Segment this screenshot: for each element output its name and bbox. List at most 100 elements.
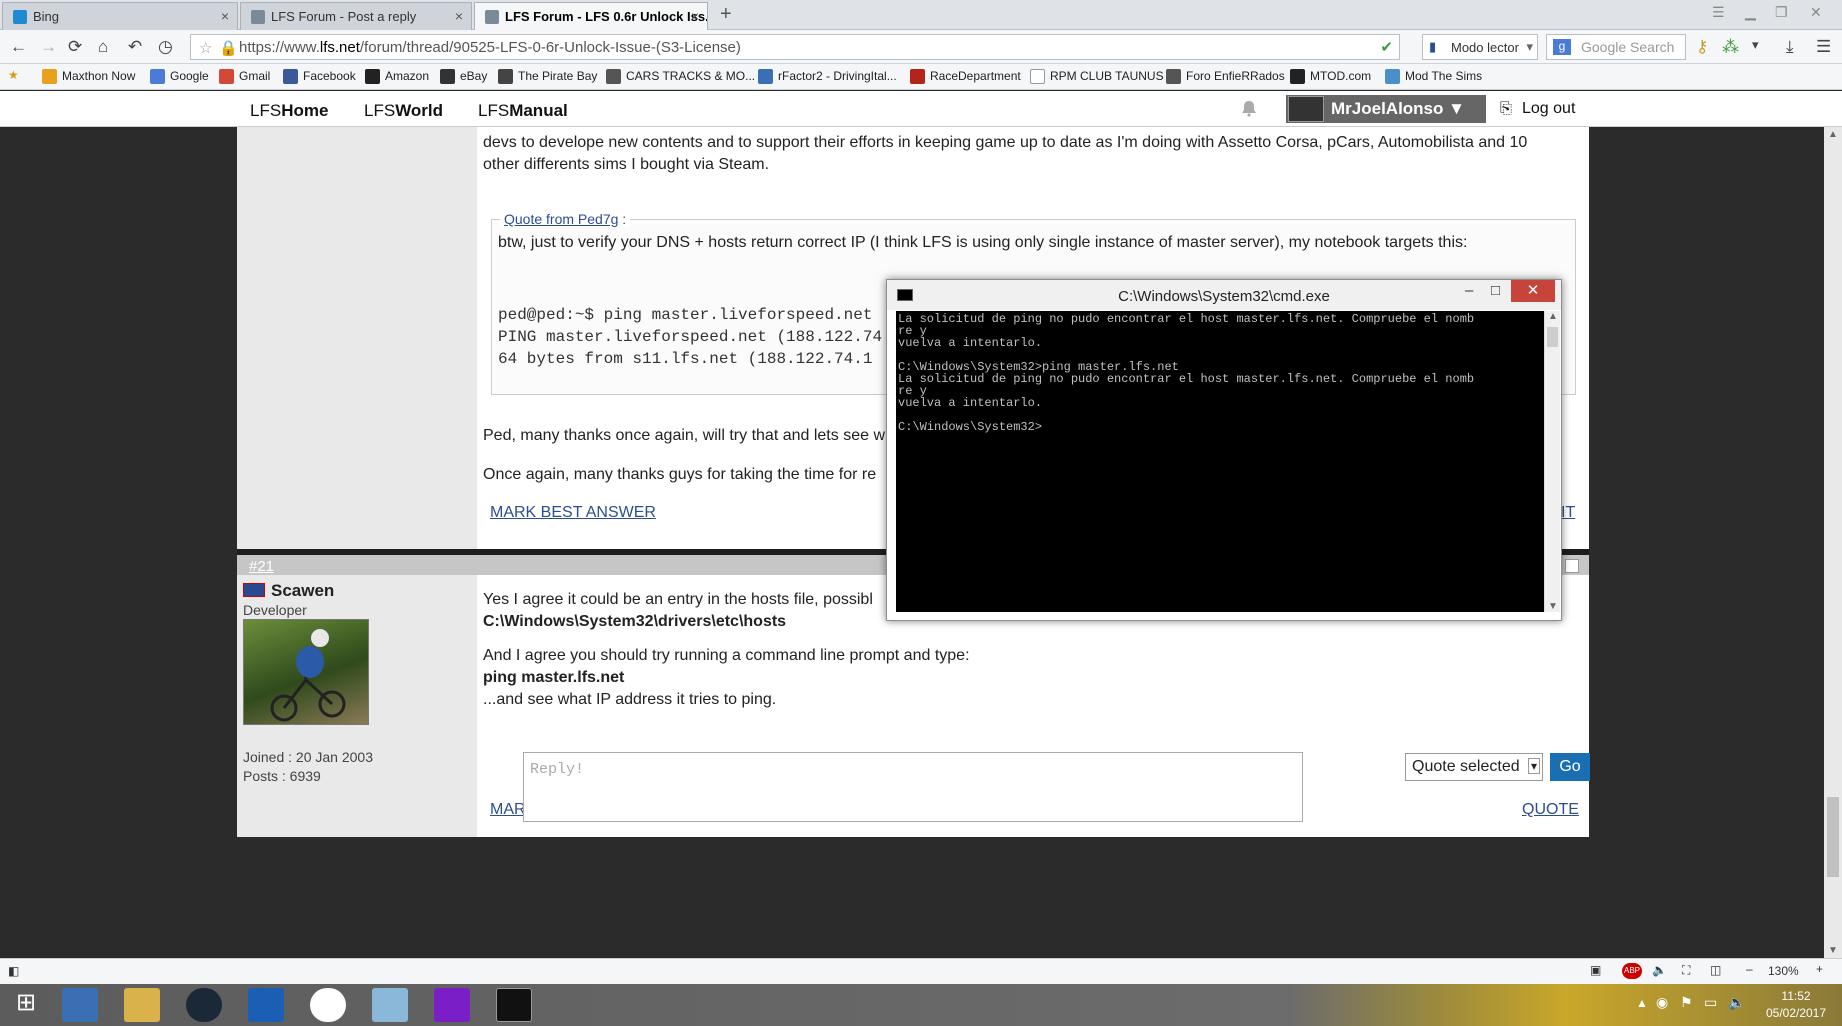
scroll-up-icon[interactable]: ▲ [1828, 129, 1838, 140]
maxthon-icon[interactable] [248, 988, 284, 1022]
volume-icon[interactable]: 🔈 [1652, 963, 1667, 977]
zoom-in-icon[interactable]: + [1816, 962, 1823, 976]
chevron-down-icon[interactable]: ▾ [1527, 758, 1540, 774]
app-icon[interactable] [372, 988, 408, 1022]
book-icon: ▮ [1429, 39, 1437, 54]
file-explorer-icon[interactable] [124, 988, 160, 1022]
select-checkbox[interactable] [1565, 559, 1579, 573]
bookmark-ebay[interactable]: eBay [440, 69, 487, 84]
adblock-icon[interactable]: ABP [1622, 963, 1642, 979]
post-number-link[interactable]: #21 [249, 558, 274, 575]
bookmark-modthesims[interactable]: Mod The Sims [1385, 69, 1482, 84]
cmd-console-output[interactable]: La solicitud de ping no pudo encontrar e… [896, 311, 1544, 612]
home-icon[interactable]: ⌂ [98, 37, 108, 57]
fullscreen-icon[interactable]: ⛶ [1682, 963, 1690, 978]
system-clock[interactable]: 11:52 05/02/2017 [1756, 988, 1836, 1022]
history-icon[interactable]: ◷ [158, 37, 173, 57]
search-input[interactable]: g Google Search [1546, 34, 1686, 60]
flag-tray-icon[interactable]: ⚑ [1680, 994, 1693, 1011]
scroll-down-icon[interactable]: ▼ [1828, 945, 1838, 956]
menu-arrow-icon[interactable]: ▾ [1752, 37, 1759, 53]
cmd-window[interactable]: C:\Windows\System32\cmd.exe – □ ✕ La sol… [886, 279, 1562, 621]
url-field[interactable]: ☆ 🔒 https://www.lfs.net/forum/thread/905… [190, 34, 1400, 60]
reply-textarea[interactable]: Reply! [523, 752, 1303, 822]
key-icon[interactable]: ⚷ [1696, 37, 1708, 57]
tab-unlock-issue[interactable]: LFS Forum - LFS 0.6r Unlock Iss... × [474, 2, 708, 30]
download-icon[interactable]: ⤓ [1786, 37, 1794, 57]
task-view-icon[interactable] [62, 988, 98, 1022]
translate-icon[interactable]: ⁂ [1722, 37, 1739, 57]
bookmark-google[interactable]: Google [150, 69, 209, 84]
tab-bing[interactable]: Bing × [2, 2, 238, 30]
nav-lfs-home[interactable]: LFSHome [250, 101, 328, 121]
menu-icon[interactable]: ☰ [1816, 37, 1831, 57]
scroll-down-icon[interactable]: ▼ [1548, 601, 1558, 612]
bookmark-cars-tracks[interactable]: CARS TRACKS & MO... [606, 69, 755, 84]
start-icon[interactable]: ⊞ [8, 988, 44, 1022]
undo-icon[interactable]: ↶ [128, 37, 142, 57]
steam-icon[interactable] [186, 988, 222, 1022]
tray-arrow-icon[interactable]: ▲ [1636, 996, 1648, 1010]
quote-link[interactable]: QUOTE [1522, 801, 1579, 819]
logout-link[interactable]: ⎘ Log out [1500, 100, 1575, 118]
reload-icon[interactable]: ⟳ [68, 37, 82, 57]
edit-link[interactable]: IT [1561, 504, 1575, 522]
bookmark-facebook[interactable]: Facebook [283, 69, 356, 84]
page-scrollbar[interactable]: ▲ ▼ [1824, 127, 1842, 958]
monitor-tray-icon[interactable]: ▭ [1704, 994, 1717, 1011]
bookmark-mtod[interactable]: MTOD.com [1290, 69, 1371, 84]
extension-icon[interactable]: ✔ [1380, 38, 1393, 56]
close-window-icon[interactable]: ✕ [1810, 4, 1822, 21]
nav-lfs-manual[interactable]: LFSManual [478, 101, 568, 121]
cmd-scrollbar[interactable]: ▲ ▼ [1544, 311, 1560, 612]
volume-tray-icon[interactable]: 🔈 [1728, 994, 1745, 1011]
bookmark-amazon[interactable]: Amazon [365, 69, 429, 84]
scroll-up-icon[interactable]: ▲ [1548, 311, 1558, 322]
snap-icon[interactable]: ▣ [1590, 963, 1601, 977]
restore-icon[interactable]: ❐ [1775, 4, 1788, 21]
cmd-maximize-icon[interactable]: □ [1491, 282, 1500, 299]
nav-lfs-world[interactable]: LFSWorld [364, 101, 443, 121]
bookmark-maxthon[interactable]: Maxthon Now [42, 69, 135, 84]
oculus-icon[interactable] [310, 988, 346, 1022]
post-text-line: C:\Windows\System32\drivers\etc\hosts [483, 613, 787, 630]
favorites-star-icon[interactable]: ★ [8, 68, 19, 82]
scroll-thumb[interactable] [1827, 797, 1839, 877]
quote-selected-dropdown[interactable]: Quote selected ▾ [1405, 753, 1543, 781]
user-avatar [1288, 96, 1324, 122]
steam-tray-icon[interactable]: ◉ [1656, 994, 1668, 1011]
notification-bell-icon[interactable] [1240, 99, 1258, 117]
split-view-icon[interactable]: ◫ [1710, 963, 1721, 977]
cmd-minimize-icon[interactable]: – [1465, 282, 1473, 299]
author-name[interactable]: Scawen [271, 581, 334, 601]
bookmark-racedepartment[interactable]: RaceDepartment [910, 69, 1021, 84]
cmd-close-button[interactable]: ✕ [1511, 280, 1555, 302]
close-tab-icon[interactable]: × [691, 8, 699, 24]
tab-post-reply[interactable]: LFS Forum - Post a reply × [240, 2, 472, 30]
bookmark-rfactor2[interactable]: rFactor2 - DrivingItal... [758, 69, 897, 84]
quote-author-link[interactable]: Quote from Ped7g [504, 211, 618, 227]
cmd-title-bar[interactable]: C:\Windows\System32\cmd.exe [887, 280, 1561, 310]
search-app-icon[interactable] [434, 988, 470, 1022]
mark-best-answer-link[interactable]: MARK BEST ANSWER [490, 504, 656, 522]
close-tab-icon[interactable]: × [221, 8, 229, 24]
bookmark-gmail[interactable]: Gmail [219, 69, 270, 84]
chevron-down-icon[interactable]: ▾ [1526, 39, 1533, 55]
window-menu-icon[interactable]: ☰ [1712, 4, 1725, 21]
minimize-icon[interactable]: ▁ [1745, 4, 1756, 21]
cmd-taskbar-icon[interactable] [496, 988, 532, 1022]
bookmark-piratebay[interactable]: The Pirate Bay [498, 69, 597, 84]
bookmark-rpm-club[interactable]: RPM CLUB TAUNUS [1030, 69, 1164, 84]
bookmark-foro[interactable]: Foro EnfieRRados [1166, 69, 1285, 84]
scroll-thumb[interactable] [1547, 327, 1558, 347]
zoom-level[interactable]: 130% [1768, 964, 1799, 978]
new-tab-button[interactable]: + [720, 3, 732, 26]
back-icon[interactable]: ← [10, 37, 27, 57]
close-tab-icon[interactable]: × [455, 8, 463, 24]
star-icon[interactable]: ☆ [199, 39, 212, 57]
go-button[interactable]: Go [1550, 753, 1590, 781]
forward-icon[interactable]: → [40, 37, 57, 57]
reader-mode-button[interactable]: ▮ Modo lector ▾ [1422, 34, 1538, 60]
zoom-out-icon[interactable]: – [1746, 962, 1753, 976]
sidebar-toggle-icon[interactable]: ◧ [8, 964, 19, 978]
